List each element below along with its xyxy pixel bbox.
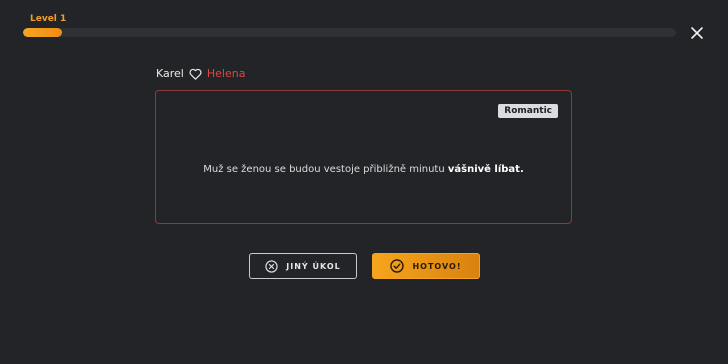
players-pair: Karel Helena xyxy=(156,67,245,80)
x-circle-icon xyxy=(265,259,278,273)
level-progress-bar xyxy=(23,28,676,37)
player-first-name: Karel xyxy=(156,67,184,80)
player-second-name: Helena xyxy=(206,67,246,80)
task-text-bold: vášnivě líbat. xyxy=(447,164,524,175)
task-text-plain: Muž se ženou se budou vestoje přibližně … xyxy=(203,164,448,175)
level-label: Level 1 xyxy=(30,14,67,24)
task-card: Romantic Muž se ženou se budou vestoje p… xyxy=(155,90,572,224)
heart-icon xyxy=(189,68,202,80)
level-progress-fill xyxy=(23,28,63,37)
close-button[interactable] xyxy=(688,24,706,42)
done-button[interactable]: HOTOVO! xyxy=(372,253,480,279)
close-icon xyxy=(691,27,703,39)
task-text: Muž se ženou se budou vestoje přibližně … xyxy=(156,164,571,175)
done-label: HOTOVO! xyxy=(412,261,462,271)
category-badge: Romantic xyxy=(498,104,558,118)
check-circle-icon xyxy=(390,259,405,273)
skip-task-label: JINÝ ÚKOL xyxy=(286,261,341,271)
skip-task-button[interactable]: JINÝ ÚKOL xyxy=(249,253,357,279)
